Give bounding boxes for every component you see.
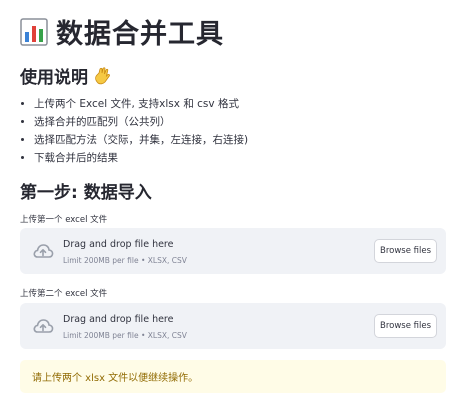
usage-list-item: 上传两个 Excel 文件, 支持xlsx 和 csv 格式 xyxy=(34,95,248,113)
usage-list-item: 选择合并的匹配列（公共列） xyxy=(34,113,248,131)
cloud-upload-icon xyxy=(33,244,54,258)
usage-list-item: 下载合并后的结果 xyxy=(34,149,248,167)
bar-chart-icon xyxy=(20,17,48,46)
usage-heading-text: 使用说明 xyxy=(20,68,88,88)
page-title-text: 数据合并工具 xyxy=(56,19,224,50)
dropzone-1-title: Drag and drop file here xyxy=(63,239,174,250)
usage-list: 上传两个 Excel 文件, 支持xlsx 和 csv 格式 选择合并的匹配列（… xyxy=(20,95,248,167)
dropzone-2-limit: Limit 200MB per file • XLSX, CSV xyxy=(63,331,187,340)
dropzone-1-limit: Limit 200MB per file • XLSX, CSV xyxy=(63,256,187,265)
warning-alert: 请上传两个 xlsx 文件以便继续操作。 xyxy=(20,360,446,393)
waving-hand-icon xyxy=(95,66,110,84)
dropzone-2-title: Drag and drop file here xyxy=(63,314,174,325)
uploader-1-label: 上传第一个 excel 文件 xyxy=(20,215,108,225)
usage-heading: 使用说明 xyxy=(20,63,112,88)
page-title: 数据合并工具 xyxy=(20,12,224,51)
browse-files-button-1[interactable]: Browse files xyxy=(374,239,437,263)
usage-list-item: 选择匹配方法（交际，并集，左连接，右连接) xyxy=(34,131,248,149)
cloud-upload-icon xyxy=(33,319,54,333)
warning-text: 请上传两个 xlsx 文件以便继续操作。 xyxy=(32,373,199,384)
step1-heading: 第一步: 数据导入 xyxy=(20,183,152,203)
uploader-2-label: 上传第二个 excel 文件 xyxy=(20,289,108,299)
file-dropzone-2[interactable]: Drag and drop file here Limit 200MB per … xyxy=(20,303,446,349)
file-dropzone-1[interactable]: Drag and drop file here Limit 200MB per … xyxy=(20,228,446,274)
browse-files-button-2[interactable]: Browse files xyxy=(374,314,437,338)
